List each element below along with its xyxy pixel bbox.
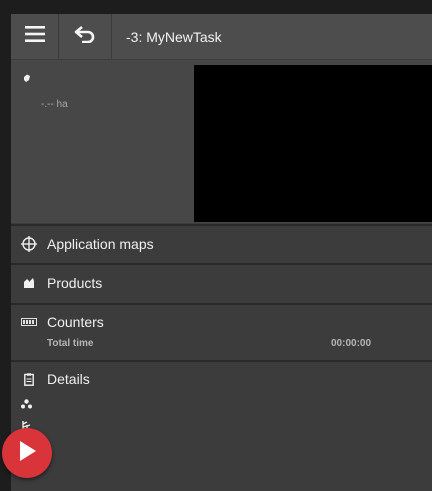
customer-icon [21,396,32,414]
total-time-value: 00:00:00 [331,338,372,349]
task-info: -.-- ha [11,60,194,223]
counters-section[interactable]: Counters Total time 00:00:00 [11,303,432,361]
application-maps-section[interactable]: Application maps [11,224,432,264]
product-icon [11,277,47,289]
details-label: Details [47,371,90,387]
task-title: -3: MyNewTask [126,28,222,45]
hamburger-menu-icon [24,26,45,47]
counters-label: Counters [47,314,104,330]
back-button[interactable] [59,14,112,59]
play-icon [17,440,37,467]
application-maps-label: Application maps [47,236,154,252]
menu-button[interactable] [11,14,59,59]
products-section[interactable]: Products [11,263,432,303]
total-time-label: Total time [47,338,94,349]
task-info-panel: -.-- ha [11,60,432,223]
task-screen: -3: MyNewTask -.-- ha Application maps P… [11,14,432,491]
undo-arrow-icon [74,25,96,48]
top-bar: -3: MyNewTask [11,14,432,59]
start-task-button[interactable] [2,428,52,478]
details-section[interactable]: Details [11,360,432,491]
counter-icon [11,318,47,326]
clipboard-icon [11,372,47,386]
app-frame: -3: MyNewTask -.-- ha Application maps P… [0,0,432,491]
map-view[interactable] [194,65,432,222]
crosshair-icon [11,236,47,252]
pin-icon [23,70,31,88]
products-label: Products [47,275,103,291]
area-value: -.-- ha [41,99,68,110]
